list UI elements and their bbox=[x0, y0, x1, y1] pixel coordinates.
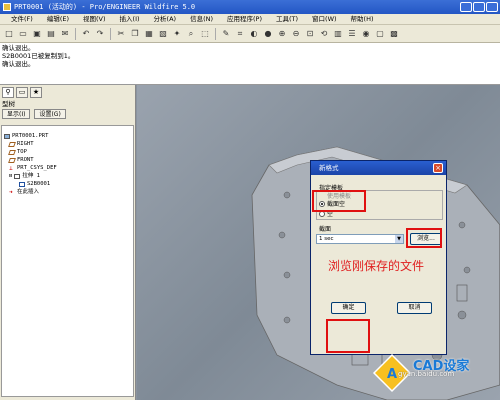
appearance-icon[interactable]: ◉ bbox=[360, 28, 372, 40]
tree-item-insert-here[interactable]: ➜ 在此插入 bbox=[4, 188, 131, 196]
app-icon bbox=[3, 3, 11, 11]
coordinate-system-icon: ⊥ bbox=[9, 164, 13, 172]
datum-icon[interactable]: ⌗ bbox=[234, 28, 246, 40]
save-icon[interactable]: ▣ bbox=[31, 28, 43, 40]
open-folder-icon[interactable]: ▭ bbox=[17, 28, 29, 40]
shading-icon[interactable]: ● bbox=[262, 28, 274, 40]
tree-item-right[interactable]: RIGHT bbox=[4, 140, 131, 148]
orient-icon[interactable]: ⟲ bbox=[318, 28, 330, 40]
highlight-box-template bbox=[312, 190, 366, 212]
model-tree: PRT0001.PRT RIGHT TOP FRONT ⊥ PRT_CSYS_DE… bbox=[1, 125, 134, 397]
copy-icon[interactable]: ❐ bbox=[129, 28, 141, 40]
message-line: 确认退出。 bbox=[2, 60, 35, 68]
menu-view[interactable]: 视图(V) bbox=[76, 14, 113, 24]
watermark-url: gyan.baidu.com bbox=[398, 370, 455, 378]
email-icon[interactable]: ✉ bbox=[59, 28, 71, 40]
tree-item-extrude[interactable]: ⊟ 拉伸 1 bbox=[4, 172, 131, 180]
toolbar-divider bbox=[75, 27, 76, 40]
menu-tools[interactable]: 工具(T) bbox=[269, 14, 305, 24]
part-icon bbox=[4, 133, 10, 139]
ok-button[interactable]: 确定 bbox=[331, 302, 366, 314]
message-line: S2B0001已被复制到1。 bbox=[2, 52, 75, 60]
paste-special-icon[interactable]: ▧ bbox=[157, 28, 169, 40]
sketch-icon bbox=[19, 181, 25, 187]
folder-browser-tab-icon[interactable]: ▭ bbox=[16, 87, 28, 98]
extrude-icon bbox=[14, 173, 21, 179]
svg-text:A: A bbox=[387, 367, 397, 382]
toolbar-divider bbox=[110, 27, 111, 40]
settings-dropdown-button[interactable]: 设置(G) bbox=[34, 109, 66, 119]
window-title: PRT0001 (活动的) - Pro/ENGINEER Wildfire 5.… bbox=[14, 3, 196, 11]
redo-icon[interactable]: ↷ bbox=[94, 28, 106, 40]
menu-help[interactable]: 帮助(H) bbox=[344, 14, 381, 24]
insert-arrow-icon: ➜ bbox=[9, 188, 13, 196]
tree-item-sketch[interactable]: S2B0001 bbox=[4, 180, 131, 188]
select-icon[interactable]: ⬚ bbox=[199, 28, 211, 40]
print-icon[interactable]: ▤ bbox=[45, 28, 57, 40]
expand-icon[interactable]: ⊟ bbox=[9, 172, 12, 180]
menu-analysis[interactable]: 分析(A) bbox=[147, 14, 184, 24]
zoom-in-icon[interactable]: ⊕ bbox=[276, 28, 288, 40]
message-line: 确认退出。 bbox=[2, 44, 35, 52]
tree-item-csys[interactable]: ⊥ PRT_CSYS_DEF bbox=[4, 164, 131, 172]
menu-file[interactable]: 文件(F) bbox=[4, 14, 40, 24]
cancel-button[interactable]: 取消 bbox=[397, 302, 432, 314]
new-file-icon[interactable]: □ bbox=[3, 28, 15, 40]
close-window-button[interactable] bbox=[486, 2, 498, 12]
cut-icon[interactable]: ✂ bbox=[115, 28, 127, 40]
navigator-panel: ⚲ ▭ ★ 型树 显示(I) 设置(G) PRT0001.PRT RIGHT T… bbox=[0, 85, 136, 400]
chevron-down-icon: ▼ bbox=[395, 235, 403, 243]
saved-views-icon[interactable]: ▥ bbox=[332, 28, 344, 40]
section-group-label: 截面 bbox=[319, 226, 332, 233]
sketch-icon[interactable]: ✎ bbox=[220, 28, 232, 40]
minimize-button[interactable] bbox=[460, 2, 472, 12]
model-tree-header: 型树 bbox=[2, 100, 15, 108]
layers-icon[interactable]: ☰ bbox=[346, 28, 358, 40]
datum-plane-icon bbox=[8, 141, 16, 147]
display-icon[interactable]: ◐ bbox=[248, 28, 260, 40]
message-area: 确认退出。 S2B0001已被复制到1。 确认退出。 bbox=[0, 43, 500, 85]
main-toolbar: □ ▭ ▣ ▤ ✉ ↶ ↷ ✂ ❐ ▦ ▧ ✦ ⌕ ⬚ ✎ ⌗ ◐ ● ⊕ ⊖ … bbox=[0, 25, 500, 43]
section-select[interactable]: 1 sec ▼ bbox=[316, 234, 404, 244]
menu-insert[interactable]: 插入(I) bbox=[113, 14, 147, 24]
annotation-text: 浏览刚保存的文件 bbox=[328, 259, 425, 273]
dialog-close-icon[interactable]: × bbox=[433, 163, 443, 173]
menu-applications[interactable]: 应用程序(P) bbox=[220, 14, 269, 24]
zoom-out-icon[interactable]: ⊖ bbox=[290, 28, 302, 40]
window-controls bbox=[460, 2, 498, 12]
favorites-tab-icon[interactable]: ★ bbox=[30, 87, 42, 98]
hidden-line-icon[interactable]: ▩ bbox=[388, 28, 400, 40]
datum-plane-icon bbox=[8, 149, 16, 155]
regenerate-icon[interactable]: ✦ bbox=[171, 28, 183, 40]
tree-item-top[interactable]: TOP bbox=[4, 148, 131, 156]
find-icon[interactable]: ⌕ bbox=[185, 28, 197, 40]
window-titlebar: PRT0001 (活动的) - Pro/ENGINEER Wildfire 5.… bbox=[0, 0, 500, 14]
tree-item-front[interactable]: FRONT bbox=[4, 156, 131, 164]
highlight-box-browse bbox=[406, 228, 442, 248]
menu-window[interactable]: 窗口(W) bbox=[305, 14, 344, 24]
model-tree-controls: 显示(I) 设置(G) bbox=[0, 109, 135, 121]
dialog-title: 新格式 bbox=[319, 164, 339, 172]
undo-icon[interactable]: ↶ bbox=[80, 28, 92, 40]
menu-bar: 文件(F) 编辑(E) 视图(V) 插入(I) 分析(A) 信息(N) 应用程序… bbox=[0, 14, 500, 25]
tree-item-part[interactable]: PRT0001.PRT bbox=[4, 132, 131, 140]
refit-icon[interactable]: ⊡ bbox=[304, 28, 316, 40]
dialog-titlebar: 新格式 bbox=[311, 161, 446, 175]
wireframe-icon[interactable]: ▢ bbox=[374, 28, 386, 40]
menu-edit[interactable]: 编辑(E) bbox=[40, 14, 76, 24]
toolbar-divider bbox=[215, 27, 216, 40]
menu-info[interactable]: 信息(N) bbox=[183, 14, 220, 24]
maximize-button[interactable] bbox=[473, 2, 485, 12]
datum-plane-icon bbox=[8, 157, 16, 163]
show-dropdown-button[interactable]: 显示(I) bbox=[2, 109, 31, 119]
paste-icon[interactable]: ▦ bbox=[143, 28, 155, 40]
model-tree-tab-icon[interactable]: ⚲ bbox=[2, 87, 14, 98]
navigator-tabs: ⚲ ▭ ★ bbox=[0, 85, 135, 99]
highlight-box-ok bbox=[326, 319, 370, 353]
